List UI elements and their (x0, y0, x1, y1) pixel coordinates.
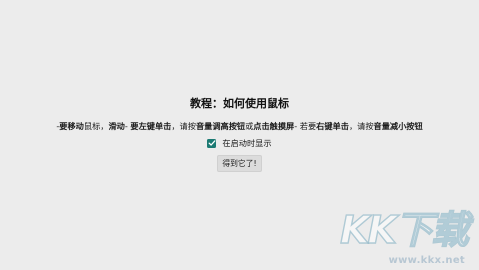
tutorial-dialog: 教程：如何使用鼠标 -要移动鼠标，滑动- 要左键单击，请按音量调高按钮或点击触摸… (0, 96, 479, 172)
instr-sep2: - 若要 (294, 121, 317, 131)
instr-left-mid: ，请按 (171, 121, 196, 131)
watermark: KK下载 www.kkx.net (339, 202, 471, 266)
watermark-url: www.kkx.net (388, 255, 465, 266)
instr-move-plain: 鼠标， (83, 121, 109, 131)
instr-right-click: 右键单击 (316, 121, 349, 131)
instr-left-click: 要左键单击 (130, 121, 172, 131)
instr-move: 要移动 (59, 121, 84, 131)
instr-volume-down: 音量减小按钮 (373, 121, 423, 131)
instr-slide: 滑动 (108, 121, 125, 131)
instructions-text: -要移动鼠标，滑动- 要左键单击，请按音量调高按钮或点击触摸屏- 若要右键单击，… (56, 120, 422, 132)
watermark-logo: KK下载 (339, 208, 469, 252)
checkmark-icon (208, 140, 216, 146)
instr-touch: 点击触摸屏 (253, 121, 295, 131)
got-it-button[interactable]: 得到它了! (217, 155, 262, 172)
instr-volume-up: 音量调高按钮 (195, 121, 246, 131)
show-on-startup-checkbox[interactable] (207, 138, 217, 148)
show-on-startup-row[interactable]: 在启动时显示 (207, 137, 272, 149)
instr-right-mid: ，请按 (348, 121, 374, 131)
show-on-startup-label[interactable]: 在启动时显示 (222, 137, 271, 149)
dialog-title: 教程：如何使用鼠标 (190, 97, 289, 110)
